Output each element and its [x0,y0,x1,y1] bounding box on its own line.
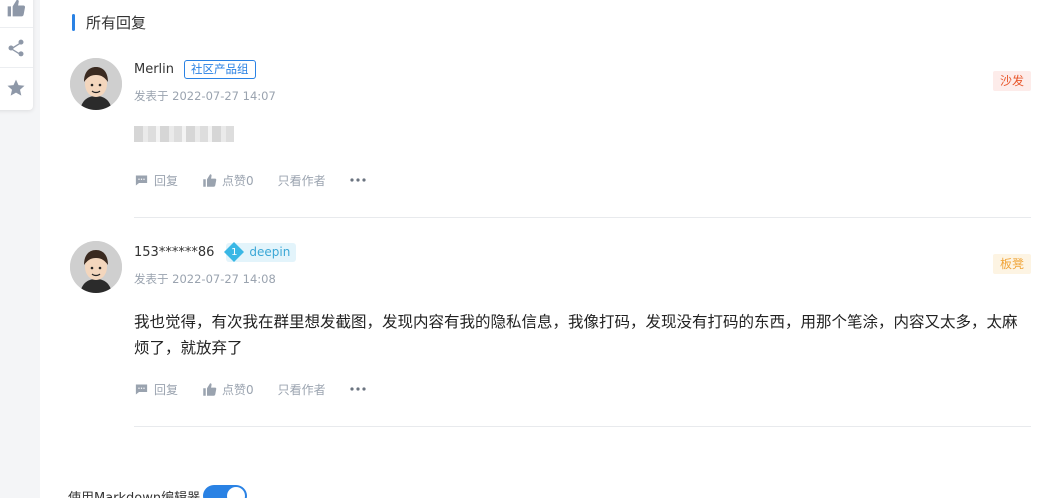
rail-favorite-button[interactable] [0,68,33,108]
reply-label: 回复 [154,173,179,188]
author-only-button[interactable]: 只看作者 [278,381,326,398]
markdown-label: 使用Markdown编辑器 [68,490,201,498]
rail-share-button[interactable] [0,28,33,68]
group-badge: 社区产品组 [184,59,256,79]
avatar-icon [70,241,122,293]
section-title: 所有回复 [72,12,146,32]
floor-tag: 沙发 [992,71,1031,91]
level-number: 1 [231,246,238,258]
like-button[interactable]: 点赞0 [202,381,254,398]
reply-content: 我也觉得，有次我在群里想发截图，发现内容有我的隐私信息，我像打码，发现没有打码的… [134,313,1018,357]
redacted-content [134,126,234,142]
floor-tag: 板凳 [992,254,1031,274]
more-dots-icon [350,178,366,182]
rail-like-button[interactable] [0,0,33,28]
more-button[interactable] [350,178,366,182]
divider [134,217,1031,218]
thumbs-up-icon [203,382,217,396]
author-name[interactable]: 153******86 [134,245,214,260]
share-icon [8,39,23,56]
level-name: deepin [249,245,291,259]
post-action-rail [0,0,33,110]
avatar[interactable] [70,58,122,110]
post-time: 发表于 2022-07-27 14:08 [134,272,276,286]
reply-item: 153******86 1 deepin 发表于 2022-07-27 14:0… [70,241,1031,427]
reply-button[interactable]: 回复 [134,172,178,189]
thumbs-up-icon [203,173,217,187]
author-only-button[interactable]: 只看作者 [278,172,326,189]
reply-button[interactable]: 回复 [134,381,178,398]
level-diamond-icon: 1 [224,242,245,262]
more-button[interactable] [350,387,366,391]
author-name[interactable]: Merlin [134,62,174,77]
author-line: 153******86 1 deepin [134,242,297,262]
avatar[interactable] [70,241,122,293]
like-button[interactable]: 点赞0 [202,172,254,189]
reply-actions: 回复 点赞0 只看作者 [134,171,390,189]
title-accent-bar [72,13,75,31]
reply-item: Merlin 社区产品组 发表于 2022-07-27 14:07 沙发 回复 … [70,58,1031,218]
reply-label: 回复 [154,382,179,397]
like-label: 点赞0 [222,382,254,397]
like-label: 点赞0 [222,173,254,188]
switch-knob [227,487,246,498]
thumbs-up-icon [7,0,25,16]
author-only-label: 只看作者 [277,382,326,397]
more-dots-icon [350,387,366,391]
author-line: Merlin 社区产品组 [134,59,256,79]
comment-icon [135,175,148,185]
star-icon [7,79,24,96]
comment-icon [135,384,148,394]
section-title-text: 所有回复 [86,13,147,32]
markdown-switch[interactable] [203,485,248,498]
markdown-toggle-row: 使用Markdown编辑器 [68,485,248,498]
divider [134,426,1031,427]
reply-actions: 回复 点赞0 只看作者 [134,380,390,398]
post-time: 发表于 2022-07-27 14:07 [134,89,276,103]
level-badge: 1 deepin [224,242,297,262]
avatar-icon [70,58,122,110]
author-only-label: 只看作者 [277,173,326,188]
